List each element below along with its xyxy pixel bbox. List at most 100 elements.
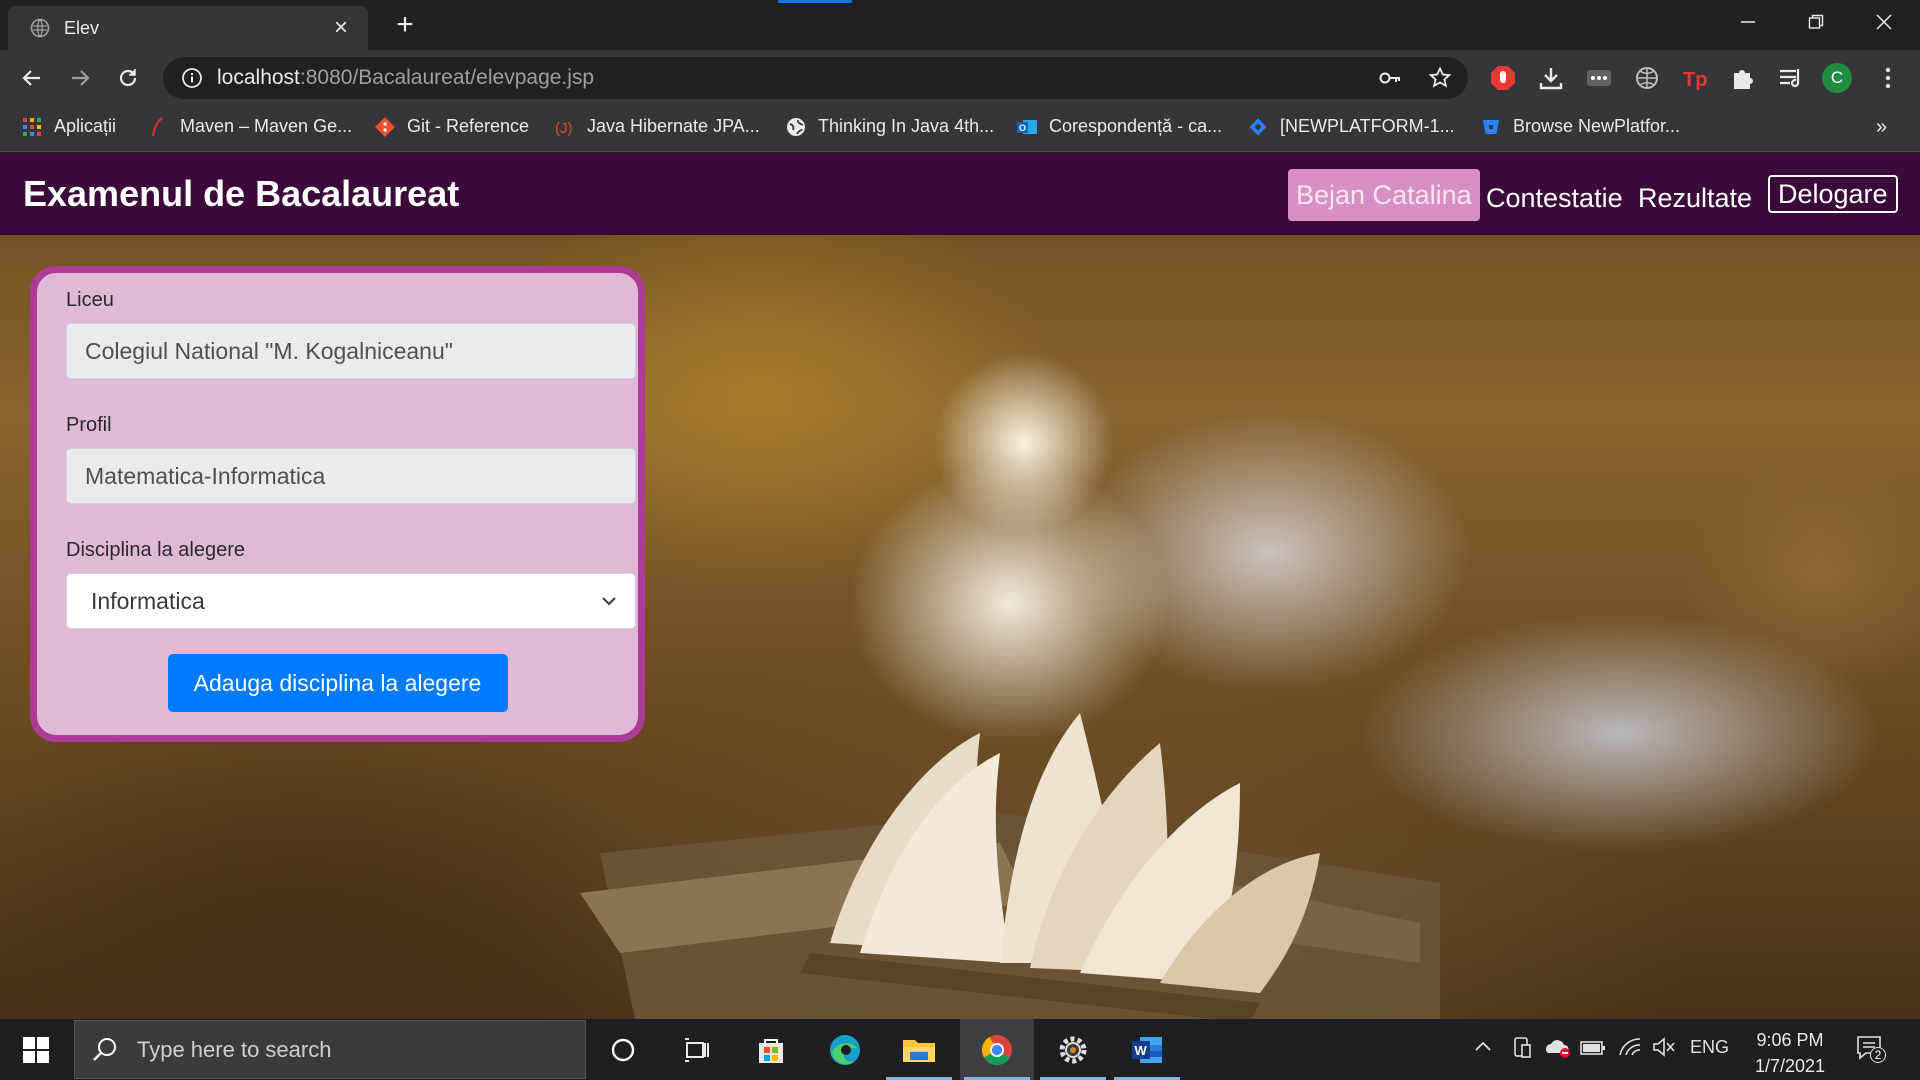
address-bar[interactable]: localhost:8080/Bacalaureat/elevpage.jsp [163, 57, 1468, 99]
bookmark-browse-newplatform[interactable]: Browse NewPlatfor... [1481, 116, 1680, 137]
vpn-extension-icon[interactable] [1631, 62, 1663, 94]
file-explorer-app[interactable] [882, 1019, 956, 1080]
volume-muted-icon [1653, 1037, 1675, 1057]
arrow-right-icon [72, 70, 90, 86]
liceu-field: Colegiul National "M. Kogalniceanu" [66, 323, 636, 379]
bookmark-label: Corespondență - ca... [1049, 116, 1223, 136]
profile-avatar-button[interactable]: C [1821, 62, 1853, 94]
clock-date: 1/7/2021 [1754, 1056, 1826, 1076]
avatar: C [1822, 63, 1852, 93]
volume-tray-button[interactable] [1652, 1037, 1676, 1062]
bookmark-corespondenta[interactable]: O Corespondență - ca... [1017, 116, 1222, 137]
star-icon[interactable] [1428, 66, 1452, 90]
minimize-window-button[interactable] [1718, 0, 1778, 44]
reload-icon [119, 69, 137, 87]
download-extension-icon[interactable] [1535, 62, 1567, 94]
arrow-left-icon [22, 70, 40, 86]
battery-icon [1580, 1041, 1605, 1055]
javatpoint-icon: (J) [555, 117, 575, 137]
bookmark-thinking-in-java[interactable]: Thinking In Java 4th... [786, 116, 994, 137]
url-text: localhost:8080/Bacalaureat/elevpage.jsp [217, 66, 595, 89]
wifi-tray-button[interactable] [1618, 1037, 1642, 1062]
onedrive-tray-button[interactable] [1544, 1037, 1572, 1064]
forward-button[interactable] [64, 62, 96, 94]
new-tab-button[interactable]: + [390, 10, 420, 40]
bookmark-maven[interactable]: Maven – Maven Ge... [148, 116, 352, 137]
close-tab-icon[interactable]: × [330, 16, 352, 40]
system-clock[interactable]: 9:06 PM 1/7/2021 [1745, 1027, 1835, 1079]
edge-icon [830, 1034, 860, 1065]
cortana-circle-icon [611, 1038, 635, 1061]
svg-text:W: W [1135, 1043, 1148, 1058]
contestatie-link[interactable]: Contestatie [1486, 176, 1623, 220]
search-placeholder: Type here to search [137, 1036, 332, 1062]
key-icon[interactable] [1378, 66, 1402, 90]
apps-grid-icon [22, 117, 42, 137]
start-button[interactable] [0, 1019, 72, 1080]
reload-button[interactable] [112, 62, 144, 94]
user-name-link[interactable]: Bejan Catalina [1288, 169, 1480, 221]
disciplina-selected-value: Informatica [91, 587, 205, 614]
bookmark-label: Java Hibernate JPA... [587, 116, 760, 136]
add-elective-button[interactable]: Adauga disciplina la alegere [167, 654, 508, 712]
cortana-button[interactable] [586, 1019, 660, 1080]
loading-indicator [778, 0, 852, 3]
brand-title[interactable]: Examenul de Bacalaureat [23, 173, 459, 215]
tab-title: Elev [64, 17, 100, 38]
notification-count-badge: 2 [1870, 1047, 1886, 1063]
adblock-extension-icon[interactable] [1487, 62, 1519, 94]
top-navbar: Examenul de Bacalaureat Bejan Catalina C… [0, 153, 1920, 235]
info-icon [182, 68, 202, 88]
battery-tray-button[interactable] [1580, 1037, 1606, 1062]
git-icon [375, 116, 395, 137]
microsoft-store-app[interactable] [734, 1019, 808, 1080]
task-view-button[interactable] [660, 1019, 734, 1080]
folder-icon [903, 1039, 935, 1062]
disciplina-label: Disciplina la alegere [66, 539, 245, 561]
clock-time: 9:06 PM [1756, 1030, 1824, 1050]
show-hidden-icons-button[interactable] [1474, 1037, 1492, 1058]
bookmark-aplicatii[interactable]: Aplicații [22, 116, 116, 137]
page-content: Examenul de Bacalaureat Bejan Catalina C… [0, 153, 1920, 1019]
settings-gear-app[interactable] [1036, 1019, 1110, 1080]
bookmark-newplatform-jira[interactable]: [NEWPLATFORM-1... [1248, 116, 1455, 137]
jira-icon [1248, 117, 1268, 137]
bitbucket-icon [1481, 117, 1501, 137]
bookmark-label: [NEWPLATFORM-1... [1280, 116, 1455, 136]
windows-taskbar: Type here to search W ENG 9:06 PM 1/7/20… [0, 1019, 1920, 1080]
action-center-button[interactable]: 2 [1856, 1035, 1886, 1066]
disciplina-select[interactable]: Informatica [66, 573, 636, 629]
restore-window-button[interactable] [1786, 0, 1846, 44]
chrome-browser-app[interactable] [960, 1019, 1034, 1080]
bookmark-git[interactable]: Git - Reference [375, 116, 529, 137]
liceu-label: Liceu [66, 289, 114, 311]
task-view-icon [685, 1037, 709, 1062]
browser-tab-elev[interactable]: Elev × [8, 6, 368, 50]
input-language-indicator[interactable]: ENG [1690, 1037, 1729, 1058]
outlook-icon: O [1017, 117, 1037, 137]
menu-kebab-icon[interactable] [1872, 62, 1904, 94]
elective-subject-form: Liceu Colegiul National "M. Kogalniceanu… [30, 266, 645, 742]
bookmark-java-hibernate[interactable]: (J) Java Hibernate JPA... [555, 116, 760, 137]
more-bookmarks-icon[interactable]: » [1876, 116, 1887, 139]
bookmark-label: Maven – Maven Ge... [180, 116, 353, 136]
store-bag-icon [759, 1038, 783, 1063]
microsoft-word-app[interactable]: W [1110, 1019, 1184, 1080]
edge-browser-app[interactable] [808, 1019, 882, 1080]
profil-field: Matematica-Informatica [66, 448, 636, 504]
svg-text:O: O [1019, 123, 1026, 133]
puzzle-icon[interactable] [1727, 62, 1759, 94]
restore-icon [1808, 14, 1824, 29]
password-extension-icon[interactable] [1583, 62, 1615, 94]
close-window-button[interactable] [1854, 0, 1914, 44]
phone-link-tray-button[interactable] [1512, 1037, 1532, 1064]
back-button[interactable] [16, 62, 48, 94]
rezultate-link[interactable]: Rezultate [1638, 176, 1752, 220]
tp-extension-icon[interactable]: Tp [1679, 62, 1711, 94]
delogare-button[interactable]: Delogare [1768, 175, 1898, 213]
taskbar-search-box[interactable]: Type here to search [74, 1020, 586, 1079]
media-queue-icon[interactable] [1775, 62, 1807, 94]
gear-icon [1059, 1036, 1087, 1063]
svg-text:(J): (J) [555, 120, 573, 137]
close-icon [1876, 14, 1892, 30]
